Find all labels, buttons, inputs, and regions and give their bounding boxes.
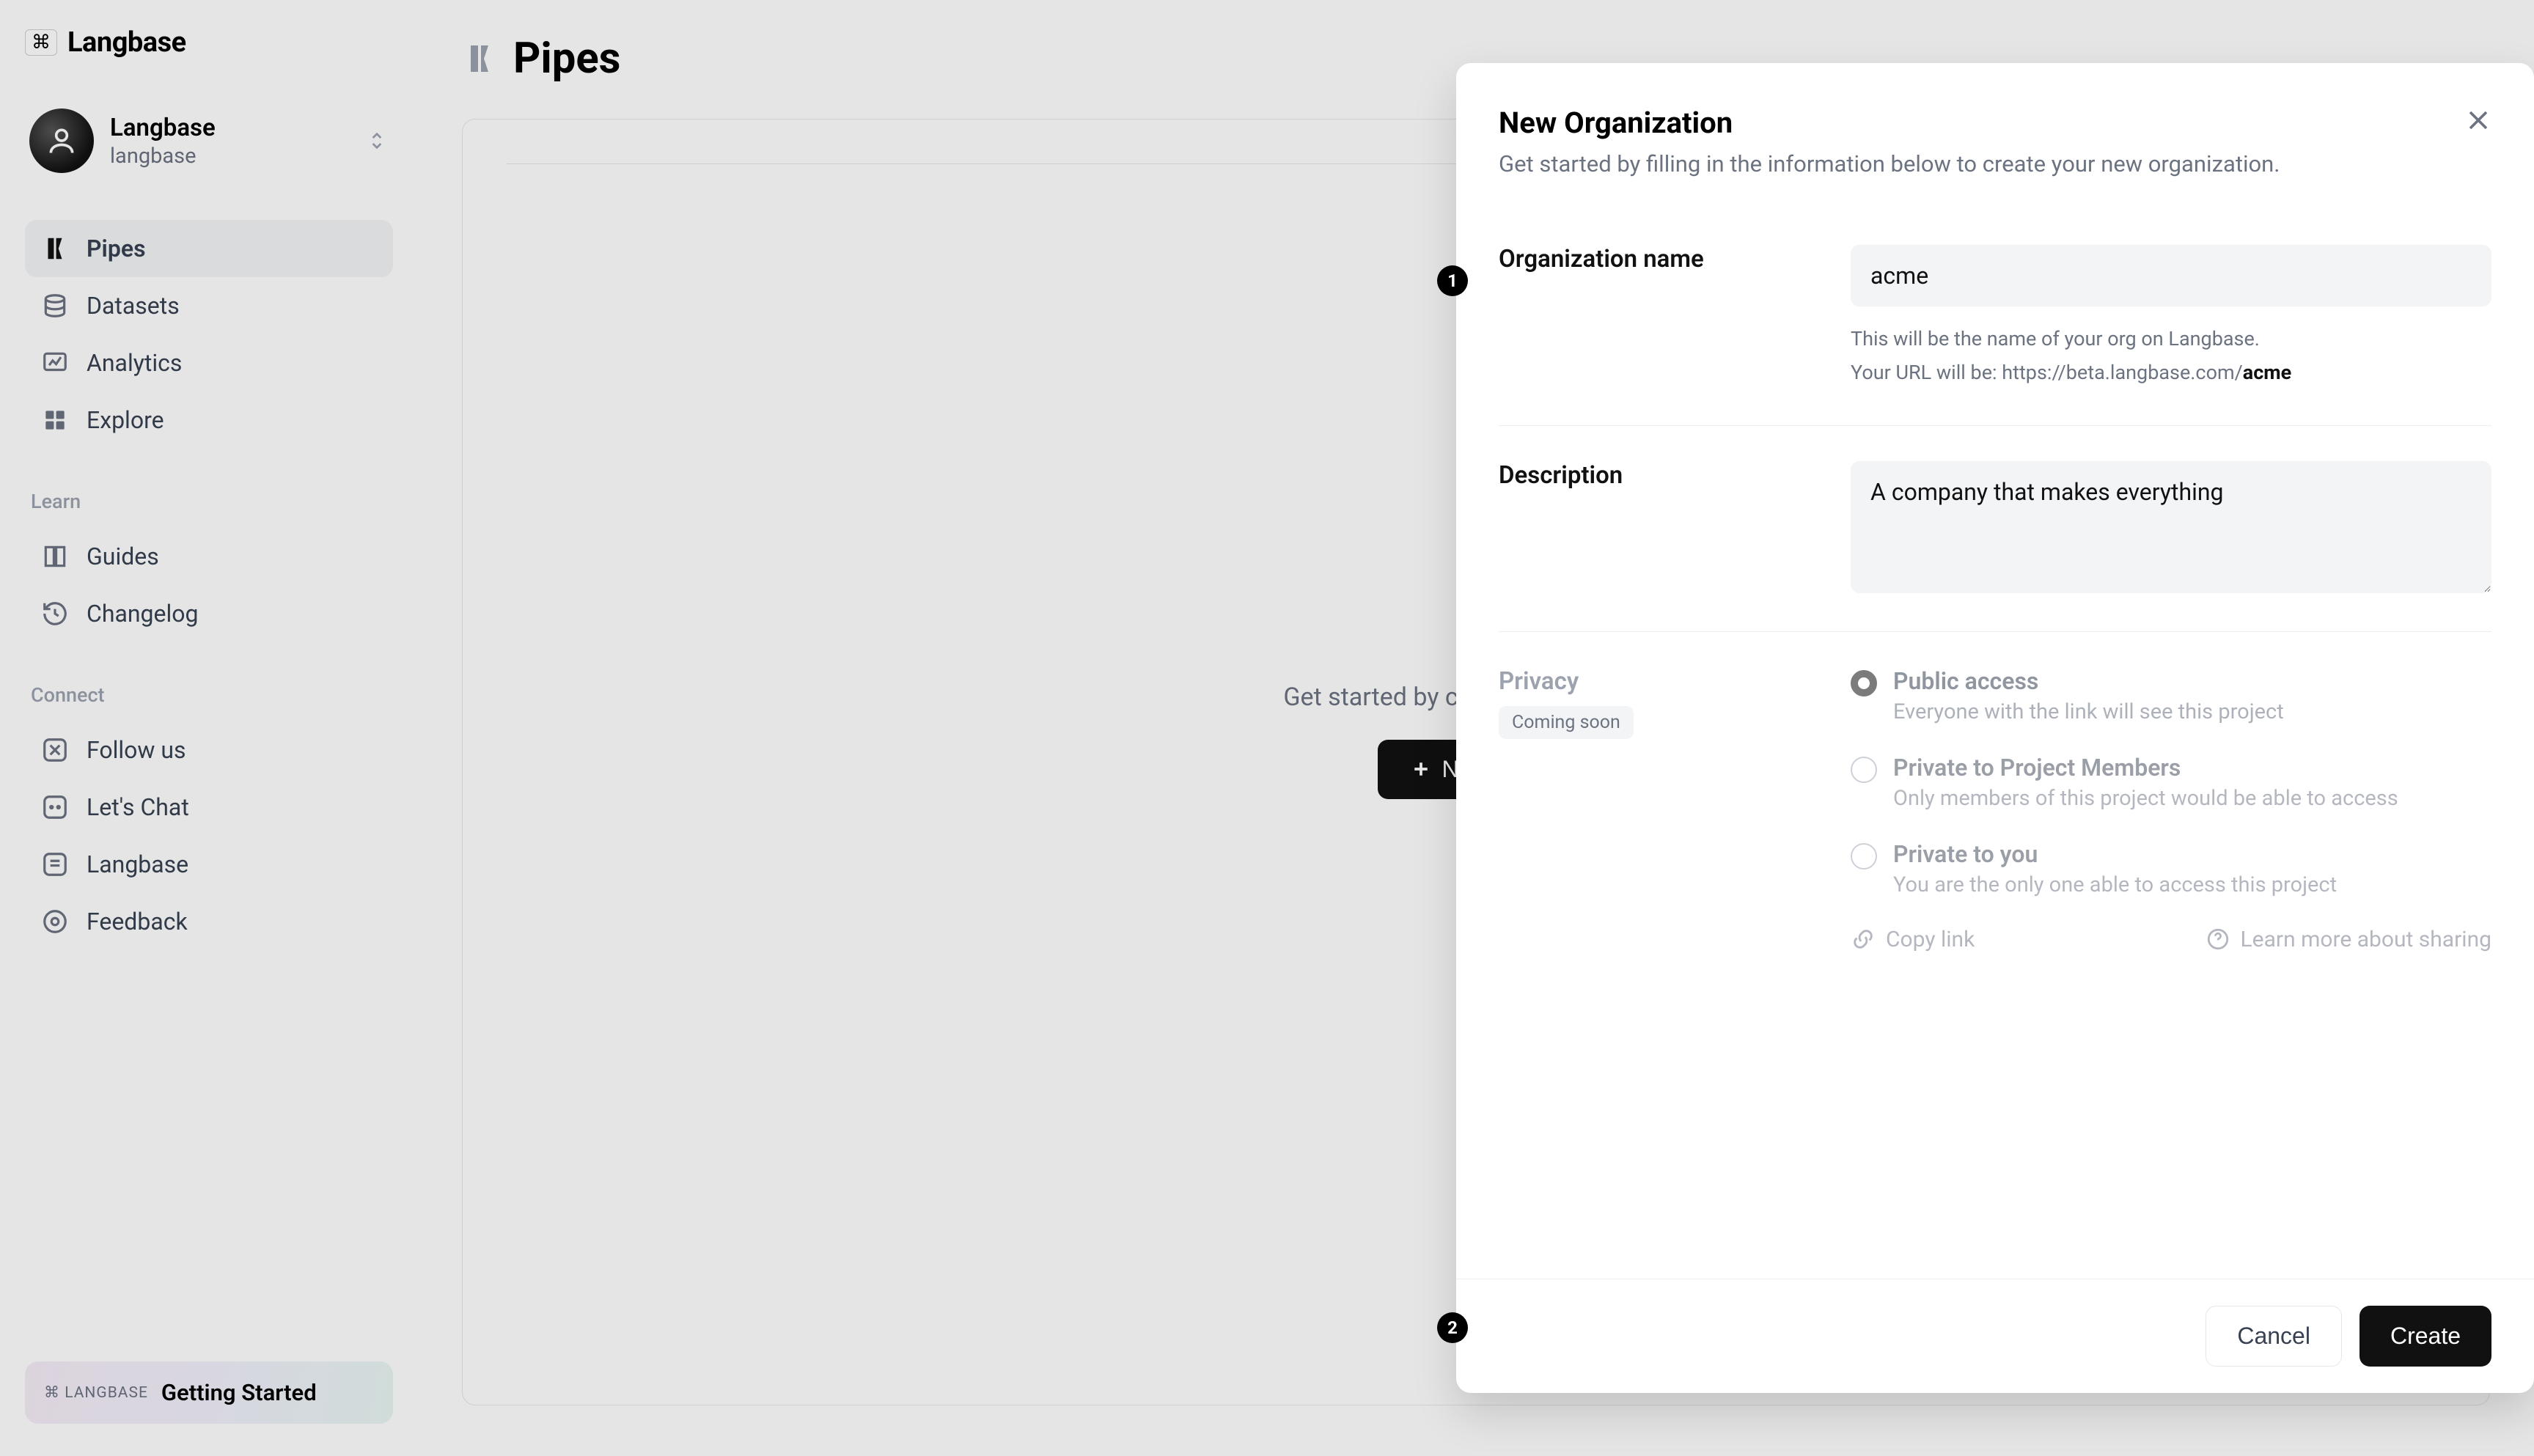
modal-subtitle: Get started by filling in the informatio…: [1499, 150, 2491, 177]
create-button[interactable]: Create: [2359, 1306, 2491, 1367]
step-marker-2: 2: [1437, 1312, 1468, 1343]
org-name-label: Organization name: [1499, 245, 1821, 273]
field-org-name: Organization name This will be the name …: [1499, 210, 2491, 425]
help-icon: [2206, 927, 2230, 952]
radio-icon: [1851, 757, 1877, 783]
radio-title: Private to you: [1893, 840, 2337, 868]
cancel-button[interactable]: Cancel: [2206, 1306, 2342, 1367]
close-icon: [2462, 104, 2494, 136]
help-line-2: Your URL will be: https://beta.langbase.…: [1851, 356, 2491, 390]
org-name-help: This will be the name of your org on Lan…: [1851, 323, 2491, 390]
copy-link-label: Copy link: [1886, 927, 1975, 952]
modal-title: New Organization: [1499, 106, 2491, 140]
description-input[interactable]: [1851, 461, 2491, 593]
step-marker-1: 1: [1437, 265, 1468, 296]
learn-more-link[interactable]: Learn more about sharing: [2206, 927, 2491, 952]
privacy-option-public[interactable]: Public access Everyone with the link wil…: [1851, 667, 2491, 724]
modal-header: New Organization Get started by filling …: [1456, 63, 2534, 210]
radio-title: Private to Project Members: [1893, 754, 2398, 782]
help-line-1: This will be the name of your org on Lan…: [1851, 323, 2491, 356]
field-privacy: Privacy Coming soon Public access Everyo…: [1499, 631, 2491, 988]
share-row: Copy link Learn more about sharing: [1851, 927, 2491, 952]
new-org-modal: New Organization Get started by filling …: [1456, 63, 2534, 1393]
privacy-option-private[interactable]: Private to you You are the only one able…: [1851, 840, 2491, 897]
modal-footer: Cancel Create: [1456, 1279, 2534, 1393]
radio-desc: You are the only one able to access this…: [1893, 872, 2337, 897]
close-button[interactable]: [2462, 104, 2494, 136]
coming-soon-badge: Coming soon: [1499, 706, 1634, 739]
url-prefix: Your URL will be: https://beta.langbase.…: [1851, 361, 2243, 384]
modal-body: Organization name This will be the name …: [1456, 210, 2534, 1279]
radio-desc: Everyone with the link will see this pro…: [1893, 699, 2284, 724]
copy-link-button[interactable]: Copy link: [1851, 927, 1975, 952]
radio-desc: Only members of this project would be ab…: [1893, 786, 2398, 811]
link-icon: [1851, 927, 1876, 952]
org-name-input[interactable]: [1851, 245, 2491, 306]
privacy-option-members[interactable]: Private to Project Members Only members …: [1851, 754, 2491, 811]
field-description: Description: [1499, 425, 2491, 631]
description-label: Description: [1499, 461, 1821, 490]
radio-icon: [1851, 670, 1877, 696]
learn-more-label: Learn more about sharing: [2241, 927, 2491, 952]
url-slug: acme: [2243, 361, 2292, 384]
privacy-label: Privacy: [1499, 667, 1821, 696]
radio-title: Public access: [1893, 667, 2284, 695]
modal-overlay[interactable]: New Organization Get started by filling …: [0, 0, 2534, 1456]
radio-icon: [1851, 843, 1877, 869]
